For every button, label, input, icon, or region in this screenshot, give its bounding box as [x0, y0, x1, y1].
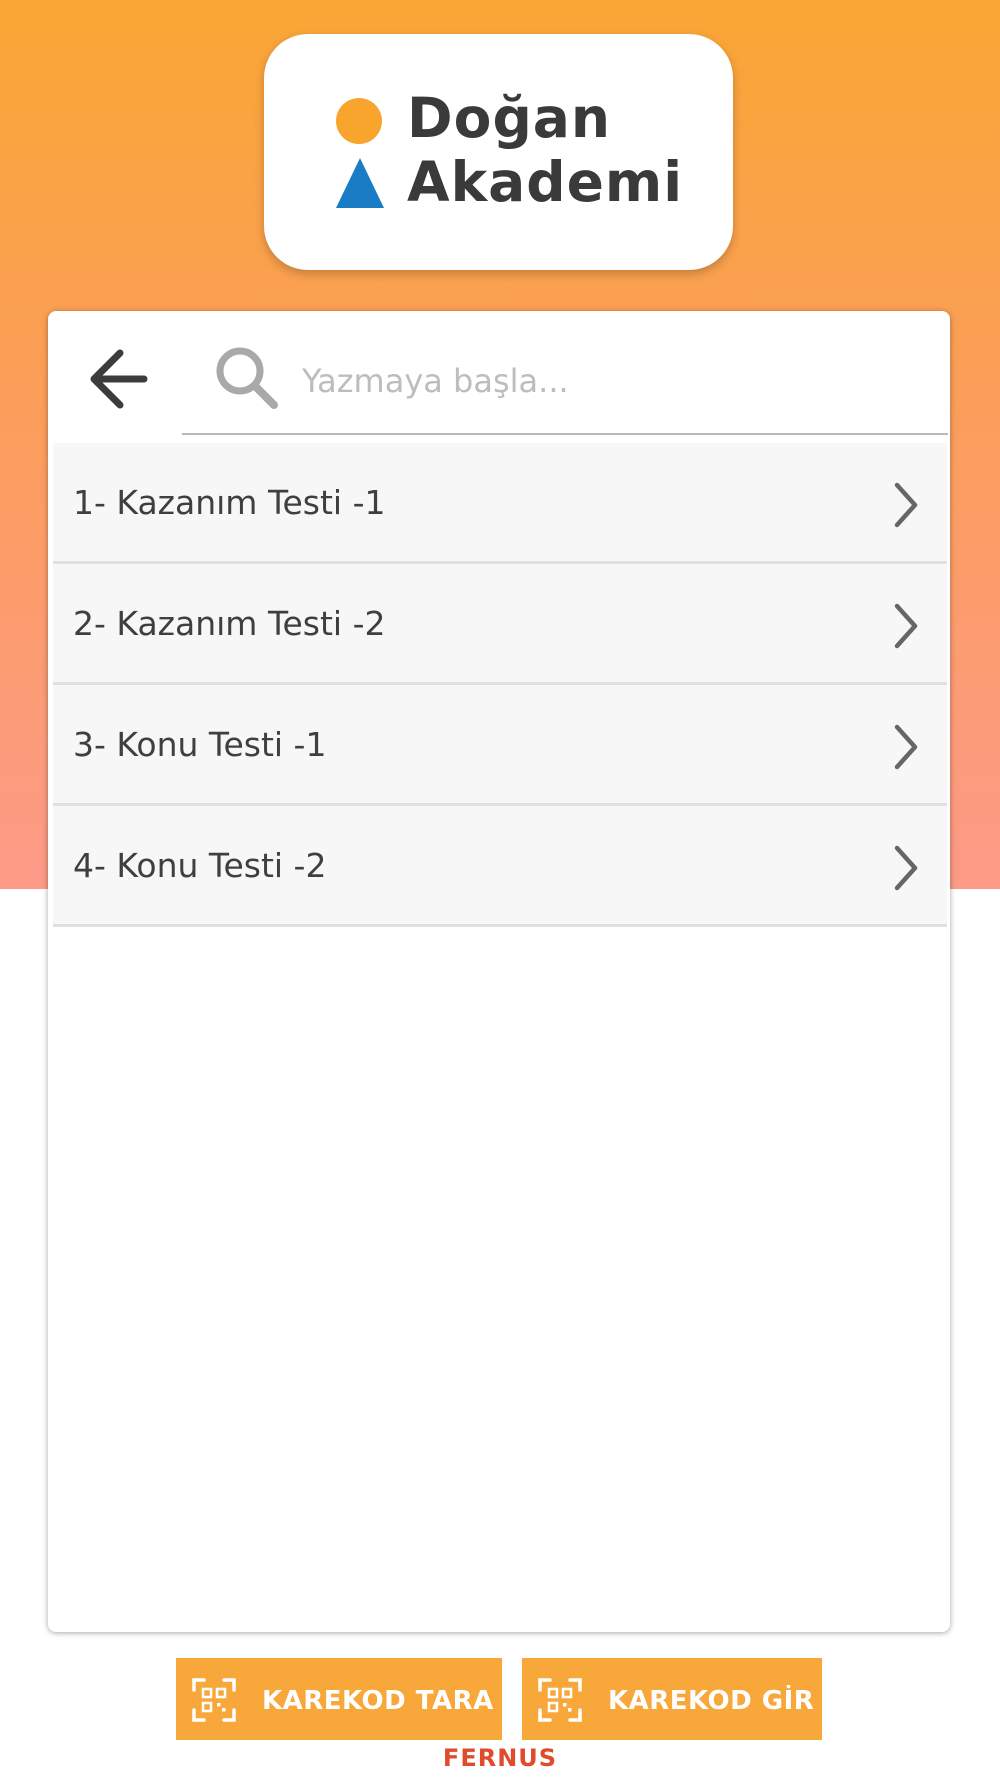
list-item-test-1[interactable]: 1- Kazanım Testi -1 — [53, 443, 947, 564]
chevron-right-icon — [894, 482, 918, 528]
arrow-left-icon — [90, 349, 148, 409]
qr-code-icon — [538, 1678, 582, 1722]
qr-code-icon — [192, 1678, 236, 1722]
list-item-test-2[interactable]: 2- Kazanım Testi -2 — [53, 564, 947, 685]
scan-qr-button[interactable]: KAREKOD TARA — [176, 1658, 502, 1740]
test-list: 1- Kazanım Testi -1 2- Kazanım Testi -2 … — [53, 443, 947, 927]
search-field — [182, 311, 948, 435]
logo-text: Doğan Akademi — [407, 86, 683, 214]
list-item-label: 1- Kazanım Testi -1 — [73, 483, 386, 522]
chevron-right-icon — [894, 724, 918, 770]
list-item-label: 4- Konu Testi -2 — [73, 846, 327, 885]
logo-line-2: Akademi — [407, 150, 684, 214]
test-list-panel: 1- Kazanım Testi -1 2- Kazanım Testi -2 … — [48, 311, 950, 1632]
logo-card: Doğan Akademi — [264, 34, 733, 270]
enter-qr-label: KAREKOD GİR — [608, 1686, 815, 1716]
search-input[interactable] — [302, 351, 922, 411]
back-button[interactable] — [78, 339, 158, 419]
bottom-actions: KAREKOD TARA KAREKOD GİR — [0, 1658, 1000, 1740]
logo-line-1: Doğan — [407, 86, 612, 150]
chevron-right-icon — [894, 845, 918, 891]
search-icon — [216, 347, 278, 409]
footer-brand: FERNUS — [442, 1744, 558, 1772]
logo-triangle-icon — [336, 158, 384, 208]
logo-circle-icon — [336, 98, 382, 144]
scan-qr-label: KAREKOD TARA — [262, 1686, 494, 1716]
enter-qr-button[interactable]: KAREKOD GİR — [522, 1658, 822, 1740]
list-item-label: 2- Kazanım Testi -2 — [73, 604, 386, 643]
list-item-label: 3- Konu Testi -1 — [73, 725, 327, 764]
chevron-right-icon — [894, 603, 918, 649]
list-item-test-3[interactable]: 3- Konu Testi -1 — [53, 685, 947, 806]
list-item-test-4[interactable]: 4- Konu Testi -2 — [53, 806, 947, 927]
